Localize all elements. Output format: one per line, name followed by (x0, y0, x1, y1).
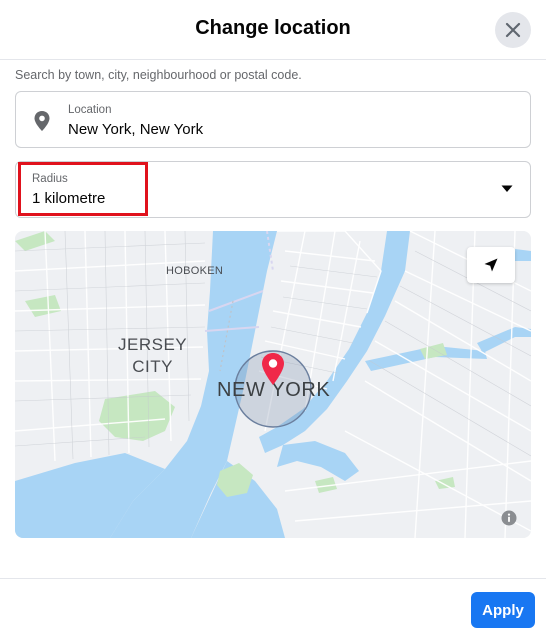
dialog-header: Change location (0, 0, 546, 60)
navigation-arrow-icon (484, 258, 498, 272)
map-label-jersey-city-line2: CITY (132, 357, 173, 376)
map-label-hoboken: HOBOKEN (166, 265, 224, 277)
map-view[interactable]: HOBOKEN JERSEY CITY NEW YORK (15, 231, 531, 538)
map-marker-icon (262, 353, 284, 385)
dropdown-caret-icon (501, 185, 513, 192)
footer-divider (0, 578, 546, 579)
location-value: New York, New York (68, 121, 204, 138)
info-icon[interactable] (501, 510, 517, 526)
dialog-title: Change location (195, 17, 351, 39)
radius-value: 1 kilometre (32, 190, 106, 207)
radius-label: Radius (32, 173, 68, 185)
locate-me-button[interactable] (467, 247, 515, 283)
map-label-jersey-city-line1: JERSEY (118, 335, 188, 354)
map-label-jersey-city: JERSEY CITY (118, 334, 187, 378)
location-field[interactable]: Location New York, New York (15, 91, 531, 148)
radius-dropdown[interactable]: Radius 1 kilometre (15, 161, 531, 218)
close-icon (505, 22, 521, 38)
close-button[interactable] (495, 12, 531, 48)
search-hint: Search by town, city, neighbourhood or p… (15, 68, 302, 82)
location-pin-icon (34, 111, 50, 131)
apply-button[interactable]: Apply (471, 592, 535, 628)
location-label: Location (68, 104, 112, 116)
